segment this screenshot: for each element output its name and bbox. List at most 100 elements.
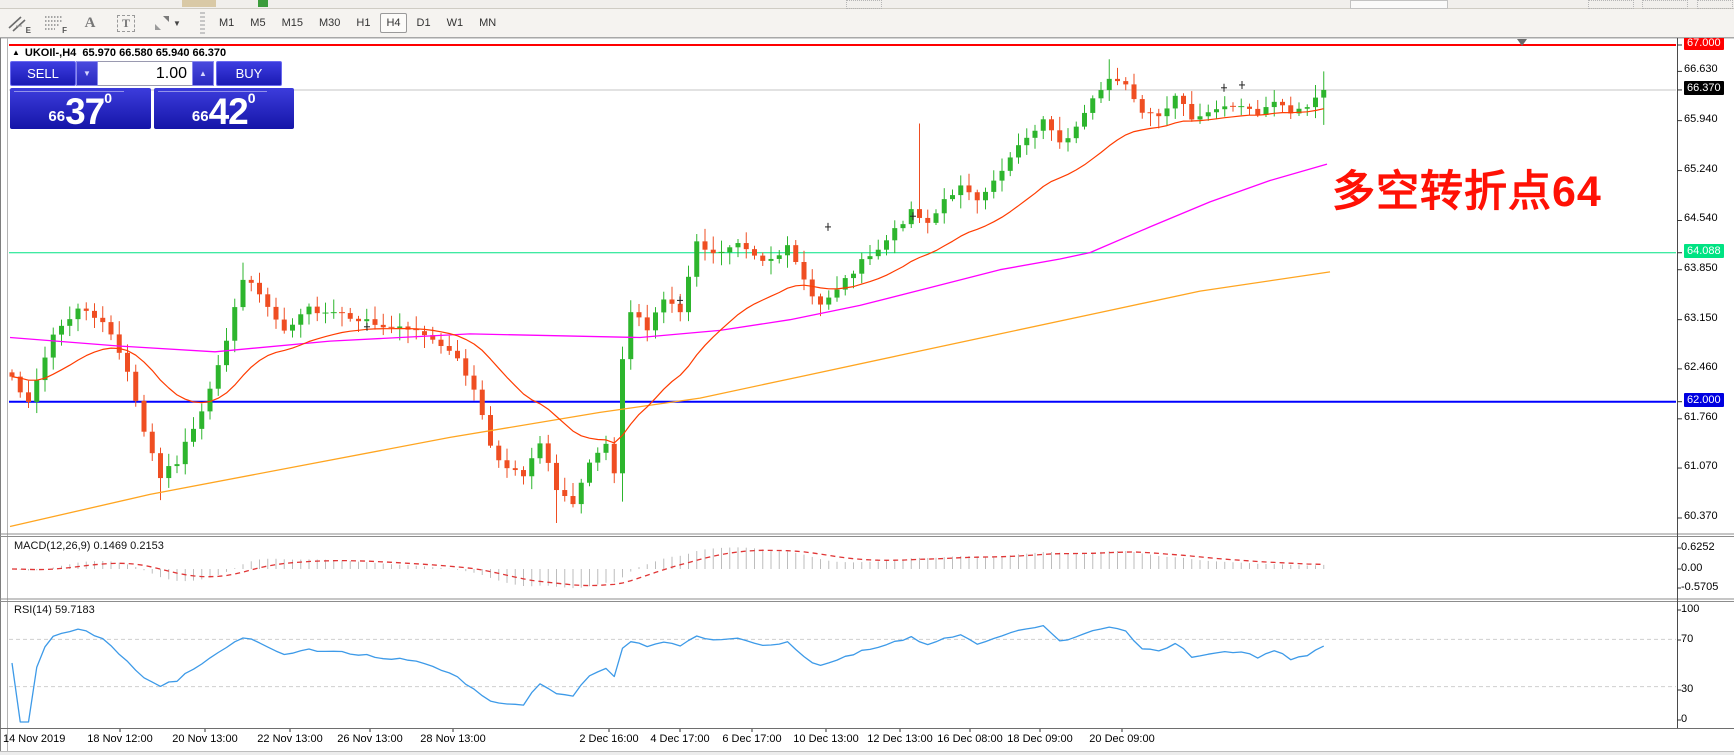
timeframe-button-m5[interactable]: M5 (244, 13, 271, 33)
candle-body (1024, 137, 1030, 146)
candle-body (603, 443, 609, 453)
price-axis-label: 66.370 (1684, 80, 1724, 95)
candle-body (133, 371, 139, 401)
candle-body (240, 279, 246, 308)
time-axis-label[interactable]: 6 Dec 17:00 (722, 733, 781, 745)
candle-body (867, 256, 873, 260)
candle-body (1247, 106, 1252, 109)
candle-body (958, 185, 964, 196)
time-axis-label[interactable]: 10 Dec 13:00 (793, 733, 858, 745)
timeframe-button-mn[interactable]: MN (473, 13, 502, 33)
candle-body (455, 350, 460, 359)
time-axis-label[interactable]: 28 Nov 13:00 (420, 733, 485, 745)
candle-body (496, 445, 502, 461)
fibonacci-icon[interactable]: F (38, 10, 70, 36)
collapse-panel-icon[interactable]: ▲ (12, 48, 20, 57)
timeframe-button-h1[interactable]: H1 (350, 13, 376, 33)
buy-price-int: 66 (191, 108, 209, 125)
volume-increase-button[interactable]: ▲ (192, 61, 214, 86)
equidistant-channel-icon[interactable]: E (2, 10, 34, 36)
time-axis-label[interactable]: 2 Dec 16:00 (579, 733, 638, 745)
time-axis-label[interactable]: 18 Dec 09:00 (1007, 733, 1072, 745)
candle-body (1321, 89, 1327, 98)
candle-body (1139, 99, 1145, 113)
candle-body (702, 241, 708, 250)
time-axis-label[interactable]: 20 Dec 09:00 (1089, 733, 1154, 745)
timeframe-button-d1[interactable]: D1 (411, 13, 437, 33)
candle-body (356, 318, 361, 322)
candle-body (620, 359, 625, 474)
timeframe-button-m30[interactable]: M30 (313, 13, 346, 33)
timeframe-button-h4[interactable]: H4 (380, 13, 407, 33)
text-icon[interactable]: A (74, 10, 106, 36)
price-axis-label: 62.000 (1684, 392, 1724, 407)
timeframe-button-w1[interactable]: W1 (441, 13, 470, 33)
time-axis-label[interactable]: 18 Nov 12:00 (87, 733, 152, 745)
toolbar-grip[interactable] (200, 12, 205, 34)
candle-body (644, 317, 650, 331)
symbol-period-label: UKOIl-,H4 (24, 47, 77, 59)
candle-body (974, 192, 980, 201)
chevron-down-icon: ▼ (173, 18, 181, 28)
macd-axis-label: 0.00 (1681, 562, 1703, 574)
candle-body (1222, 106, 1228, 110)
macd-signal-line (11, 549, 1324, 587)
label-icon[interactable]: T (110, 10, 142, 36)
candle-body (834, 289, 840, 298)
candle-body (595, 452, 601, 463)
candle-body (1073, 126, 1079, 139)
price-axis-label: 61.760 (1684, 410, 1718, 423)
candle-body (1123, 81, 1129, 85)
buy-button[interactable]: BUY (216, 61, 282, 86)
price-axis-label: 65.240 (1684, 162, 1718, 175)
sell-price-int: 66 (48, 108, 66, 125)
candle-body (446, 346, 452, 351)
sell-button[interactable]: SELL (10, 61, 76, 86)
time-axis-label[interactable]: 16 Dec 08:00 (937, 733, 1002, 745)
candle-body (545, 443, 551, 463)
candle-body (182, 441, 188, 465)
candle-body (776, 255, 782, 259)
macd-indicator-label: MACD(12,26,9) 0.1469 0.2153 (14, 540, 164, 552)
volume-decrease-button[interactable]: ▼ (76, 61, 98, 86)
time-axis-label[interactable]: 14 Nov 2019 (3, 733, 65, 745)
candle-body (75, 308, 81, 320)
time-axis-label[interactable]: 20 Nov 13:00 (172, 733, 237, 745)
price-axis-label: 66.630 (1684, 63, 1718, 76)
time-axis-label[interactable]: 22 Nov 13:00 (257, 733, 322, 745)
timeframe-button-m15[interactable]: M15 (276, 13, 309, 33)
volume-input[interactable] (98, 61, 192, 86)
price-axis-label: 64.088 (1684, 243, 1724, 258)
candle-body (710, 249, 716, 254)
candle-body (306, 306, 312, 315)
candle-body (636, 312, 642, 318)
candle-body (1016, 145, 1021, 158)
rsi-axis-label: 70 (1681, 633, 1694, 645)
candle-body (372, 319, 378, 325)
candle-body (677, 303, 683, 313)
candle-body (991, 180, 997, 192)
time-axis-label[interactable]: 4 Dec 17:00 (650, 733, 709, 745)
candle-body (67, 319, 73, 326)
candle-body (801, 261, 807, 280)
chart-annotation-text: 多空转折点64 (1332, 168, 1602, 216)
candle-body (1189, 103, 1195, 120)
candle-body (628, 312, 634, 360)
buy-price-display[interactable]: 66 42 0 (153, 88, 294, 130)
candle-body (1098, 90, 1104, 99)
candle-body (92, 310, 97, 318)
candle-body (1106, 78, 1112, 91)
price-axis-label: 61.070 (1684, 460, 1718, 473)
arrows-icon[interactable]: ▼ (146, 10, 188, 36)
candle-body (875, 249, 881, 257)
icon-subscript: E (25, 26, 31, 35)
candle-body (521, 470, 526, 477)
timeframe-button-m1[interactable]: M1 (213, 13, 240, 33)
time-axis-label[interactable]: 26 Nov 13:00 (337, 733, 402, 745)
candle-body (116, 334, 122, 353)
sell-price-display[interactable]: 66 37 0 (10, 88, 151, 130)
chart-title: ▲ UKOIl-,H4 65.970 66.580 65.940 66.370 (12, 47, 226, 59)
candle-body (100, 317, 106, 323)
time-axis-label[interactable]: 12 Dec 13:00 (867, 733, 932, 745)
one-click-trading-panel: SELL ▼ ▲ BUY 66370 66420 (10, 61, 294, 130)
